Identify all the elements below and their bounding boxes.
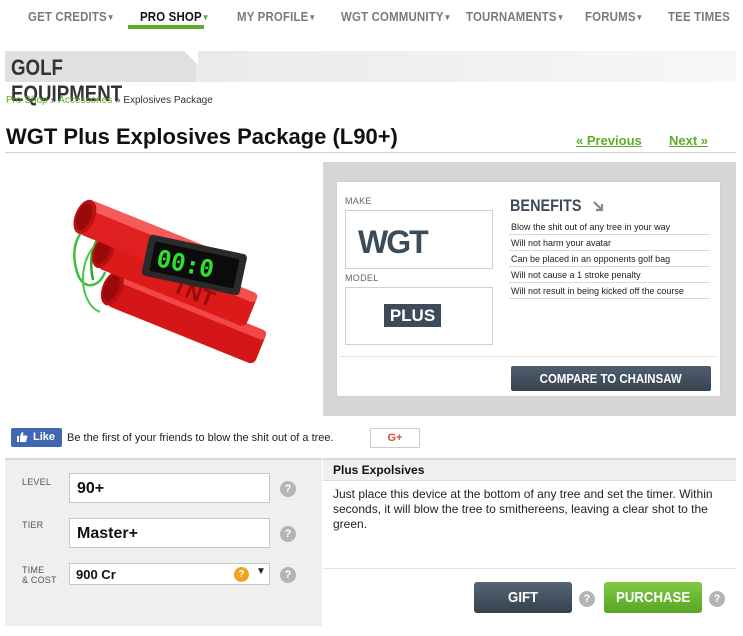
chevron-down-icon: ▾ — [637, 12, 642, 22]
chevron-down-icon: ▾ — [445, 12, 450, 22]
time-label: TIME — [22, 565, 45, 575]
benefits-list: Blow the shit out of any tree in your wa… — [509, 219, 710, 299]
nav-active-indicator — [128, 25, 204, 29]
cost-label: & COST — [22, 575, 57, 585]
breadcrumb-current: Explosives Package — [123, 95, 213, 106]
nav-label: WGT COMMUNITY — [341, 9, 444, 24]
tnt-bomb-image: TNT 00:0 — [73, 199, 267, 364]
benefits-title-text: BENEFITS — [510, 196, 582, 215]
nav-pro-shop[interactable]: PRO SHOP ▾ — [140, 9, 208, 24]
button-label: COMPARE TO CHAINSAW — [540, 371, 682, 386]
chevron-down-icon: ▾ — [203, 12, 208, 22]
purchase-help-icon[interactable]: ? — [709, 591, 725, 607]
product-image: TNT 00:0 — [5, 162, 321, 416]
chevron-down-icon: ▾ — [310, 12, 315, 22]
credits-help-icon[interactable]: ? — [234, 567, 249, 582]
level-label: LEVEL — [22, 477, 52, 487]
make-logo: WGT — [358, 224, 429, 260]
level-field[interactable]: 90+ — [69, 473, 270, 503]
facebook-like-button[interactable]: Like — [11, 428, 62, 447]
tier-field[interactable]: Master+ — [69, 518, 270, 548]
list-item: Will not cause a 1 stroke penalty — [509, 267, 710, 283]
thumbs-up-icon — [17, 432, 28, 442]
nav-label: PRO SHOP — [140, 9, 202, 24]
chevron-down-icon: ▾ — [108, 12, 113, 22]
nav-tournaments[interactable]: TOURNAMENTS ▾ — [466, 9, 563, 24]
breadcrumb-accessories[interactable]: Accessories — [58, 95, 112, 106]
top-nav: GET CREDITS ▾ PRO SHOP ▾ MY PROFILE ▾ WGT C… — [0, 0, 743, 34]
button-label: GIFT — [507, 589, 539, 606]
description-title: Plus Expolsives — [323, 460, 736, 481]
arrow-down-right-icon — [593, 201, 603, 212]
breadcrumb-separator: » — [114, 95, 121, 106]
model-badge: PLUS — [384, 304, 441, 327]
nav-label: FORUMS — [585, 9, 636, 24]
nav-label: TOURNAMENTS — [466, 9, 557, 24]
dropdown-arrow-icon[interactable]: ▼ — [256, 566, 266, 577]
make-label: MAKE — [345, 196, 372, 206]
like-label: Like — [33, 431, 56, 443]
nav-forums[interactable]: FORUMS ▾ — [585, 9, 642, 24]
description-text: Just place this device at the bottom of … — [333, 487, 713, 531]
list-item: Will not result in being kicked off the … — [509, 283, 710, 299]
chevron-down-icon: ▾ — [558, 12, 563, 22]
list-item: Can be placed in an opponents golf bag — [509, 251, 710, 267]
purchase-button[interactable]: PURCHASE — [604, 582, 702, 613]
tier-help-icon[interactable]: ? — [280, 526, 296, 542]
time-cost-label: TIME & COST — [22, 565, 57, 585]
cost-help-icon[interactable]: ? — [280, 567, 296, 583]
tier-label: TIER — [22, 520, 44, 530]
compare-to-chainsaw-button[interactable]: COMPARE TO CHAINSAW — [511, 366, 711, 391]
page-title: WGT Plus Explosives Package (L90+) — [6, 124, 398, 149]
google-plus-button[interactable]: G+ — [370, 428, 420, 448]
previous-link[interactable]: « Previous — [576, 133, 642, 148]
description-divider — [323, 568, 736, 569]
card-divider — [340, 356, 717, 357]
list-item: Will not harm your avatar — [509, 235, 710, 251]
gift-help-icon[interactable]: ? — [579, 591, 595, 607]
nav-label: MY PROFILE — [237, 9, 309, 24]
model-label: MODEL — [345, 273, 379, 283]
breadcrumb: Pro Shop » Accessories » Explosives Pack… — [6, 95, 213, 106]
title-divider — [5, 152, 736, 153]
social-text: Be the first of your friends to blow the… — [67, 432, 334, 444]
gift-button[interactable]: GIFT — [474, 582, 572, 613]
nav-label: GET CREDITS — [28, 9, 107, 24]
nav-label: TEE TIMES — [668, 9, 730, 24]
nav-get-credits[interactable]: GET CREDITS ▾ — [28, 9, 113, 24]
next-link[interactable]: Next » — [669, 133, 708, 148]
nav-my-profile[interactable]: MY PROFILE ▾ — [237, 9, 314, 24]
list-item: Blow the shit out of any tree in your wa… — [509, 219, 710, 235]
nav-wgt-community[interactable]: WGT COMMUNITY ▾ — [341, 9, 450, 24]
section-notch — [184, 51, 198, 65]
nav-tee-times[interactable]: TEE TIMES — [668, 9, 730, 24]
button-label: PURCHASE — [615, 589, 691, 606]
breadcrumb-pro-shop[interactable]: Pro Shop — [6, 95, 48, 106]
level-help-icon[interactable]: ? — [280, 481, 296, 497]
section-title: GOLF EQUIPMENT — [5, 51, 196, 106]
breadcrumb-separator: » — [50, 95, 57, 106]
benefits-title: BENEFITS — [510, 196, 604, 216]
